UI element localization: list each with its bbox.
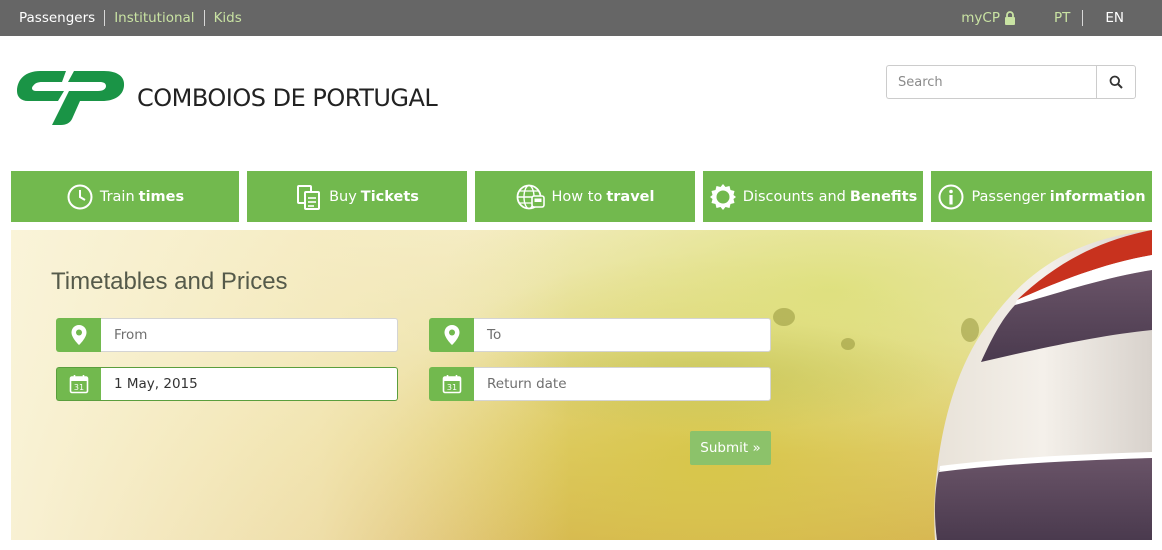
to-field[interactable]: To [429,318,771,352]
nav-label-normal: Buy [329,188,357,205]
nav-label-normal: Discounts and [742,188,846,205]
calendar-icon: 31 [56,367,101,401]
calendar-icon: 31 [429,367,474,401]
submit-button[interactable]: Submit » [690,431,771,465]
search-form-title: Timetables and Prices [51,268,288,295]
search-button[interactable] [1096,65,1136,99]
to-input[interactable]: To [474,318,771,352]
nav-label-normal: Passenger [971,188,1046,205]
nav-how-to-travel[interactable]: How to travel [475,171,695,222]
search-bar [886,65,1136,99]
section-kids-link[interactable]: Kids [203,10,251,26]
from-field[interactable]: From [56,318,398,352]
section-nav: Passengers Institutional Kids [10,0,251,36]
clock-icon [66,183,94,211]
map-pin-icon [56,318,101,352]
calendar-icon-day: 31 [446,383,456,392]
nav-label-bold: information [1049,188,1146,205]
top-bar-right: myCP PT EN [961,0,1162,36]
section-institutional-link[interactable]: Institutional [104,10,203,26]
nav-label-bold: Tickets [360,188,419,205]
nav-passenger-information[interactable]: Passenger information [931,171,1152,222]
nav-label-normal: Train [99,188,135,205]
lock-icon [1004,11,1015,25]
nav-label-bold: times [138,188,185,205]
nav-label-bold: Benefits [849,188,918,205]
search-icon [1109,75,1123,89]
mycp-link[interactable]: myCP [961,10,1016,26]
hero-banner: Timetables and Prices From To 31 1 May, … [11,230,1152,540]
from-input[interactable]: From [101,318,398,352]
gear-badge-icon [709,183,737,211]
train-image [934,230,1152,540]
globe-train-icon [516,183,546,211]
info-icon [937,183,965,211]
language-pt-link[interactable]: PT [1042,10,1082,26]
mycp-label: myCP [961,10,1000,26]
return-date-input[interactable]: Return date [474,367,771,401]
main-nav: Train times Buy Tickets How to travel Di… [0,171,1162,222]
nav-train-times[interactable]: Train times [11,171,239,222]
tickets-icon [295,183,323,211]
departure-date-field[interactable]: 31 1 May, 2015 [56,367,398,401]
return-date-field[interactable]: 31 Return date [429,367,771,401]
cp-logo[interactable] [14,67,126,127]
top-bar: Passengers Institutional Kids myCP PT EN [0,0,1162,36]
hero-background-tree [773,308,795,326]
nav-discounts-benefits[interactable]: Discounts and Benefits [703,171,923,222]
brand-name: COMBOIOS DE PORTUGAL [137,84,438,112]
section-passengers-link[interactable]: Passengers [10,10,104,26]
language-en-link[interactable]: EN [1082,10,1162,26]
nav-label-bold: travel [606,188,655,205]
calendar-icon-day: 31 [74,383,84,392]
nav-label-normal: How to [551,188,603,205]
hero-background-tree [841,338,855,350]
search-input[interactable] [886,65,1097,99]
map-pin-icon [429,318,474,352]
nav-buy-tickets[interactable]: Buy Tickets [247,171,467,222]
departure-date-input[interactable]: 1 May, 2015 [101,367,398,401]
